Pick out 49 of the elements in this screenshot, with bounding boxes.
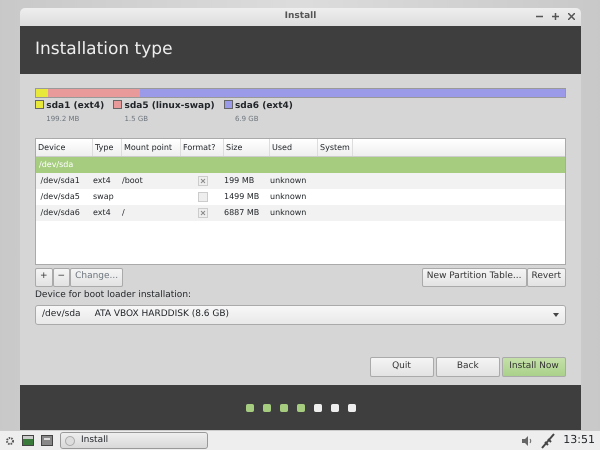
table-cell-text: unknown bbox=[270, 175, 308, 188]
partition-name: sda5 (linux-swap) bbox=[124, 100, 215, 114]
column-header: Format? bbox=[181, 139, 224, 156]
action-button[interactable]: Quit bbox=[370, 357, 434, 377]
network-icon[interactable] bbox=[540, 432, 556, 448]
close-icon[interactable] bbox=[568, 13, 575, 20]
column-header: Size bbox=[224, 139, 270, 156]
minimize-icon[interactable] bbox=[536, 13, 543, 20]
format-checkbox[interactable] bbox=[198, 208, 208, 218]
table-cell-text: unknown bbox=[270, 207, 308, 220]
bootloader-dropdown[interactable]: /dev/sda ATA VBOX HARDDISK (8.6 GB) bbox=[35, 304, 566, 324]
table-cell-text: ext4 bbox=[93, 175, 112, 188]
column-header: Used bbox=[270, 139, 318, 156]
table-cell-text: 199 MB bbox=[224, 175, 256, 188]
clock[interactable]: 13:51 bbox=[563, 432, 595, 449]
settings-icon[interactable] bbox=[5, 436, 15, 446]
table-cell-text: / bbox=[122, 207, 126, 220]
action-button[interactable]: Install Now bbox=[502, 357, 566, 377]
volume-icon[interactable] bbox=[521, 436, 534, 446]
dropdown-caret-icon bbox=[553, 312, 559, 316]
revert-button[interactable]: Revert bbox=[526, 268, 566, 286]
format-checkbox[interactable] bbox=[198, 176, 208, 186]
disc-icon bbox=[65, 436, 75, 446]
terminal-icon[interactable] bbox=[41, 435, 53, 446]
action-button[interactable]: Back bbox=[436, 357, 500, 377]
new-partition-table-button[interactable]: New Partition Table... bbox=[422, 268, 527, 286]
page-title: Installation type bbox=[35, 38, 173, 62]
field-label: Device for boot loader installation: bbox=[35, 288, 192, 302]
format-checkbox[interactable] bbox=[198, 192, 208, 202]
column-header: Mount point bbox=[122, 139, 181, 156]
table-cell-text: unknown bbox=[270, 191, 308, 204]
table-cell-text: /dev/sda6 bbox=[40, 207, 81, 220]
monitor-icon[interactable] bbox=[22, 435, 34, 446]
add-button[interactable]: + bbox=[35, 268, 53, 286]
column-header: Type bbox=[93, 139, 122, 156]
column-header: Device bbox=[36, 139, 93, 156]
table-cell-text: /boot bbox=[122, 175, 144, 188]
maximize-icon[interactable] bbox=[552, 13, 559, 20]
column-header: System bbox=[318, 139, 353, 156]
table-cell-text: /dev/sda5 bbox=[40, 191, 81, 204]
table-cell-text: 6887 MB bbox=[224, 207, 260, 220]
table-cell-text: /dev/sda1 bbox=[40, 175, 81, 188]
partition-name: sda1 (ext4) bbox=[46, 100, 104, 114]
table-cell-text: ext4 bbox=[93, 207, 112, 220]
table-cell-text: swap bbox=[93, 191, 115, 204]
table-cell-text: 1499 MB bbox=[224, 191, 260, 204]
taskbar-button[interactable]: Install bbox=[60, 432, 208, 449]
partition-name: sda6 (ext4) bbox=[234, 100, 293, 114]
window-title: Install bbox=[284, 10, 316, 24]
